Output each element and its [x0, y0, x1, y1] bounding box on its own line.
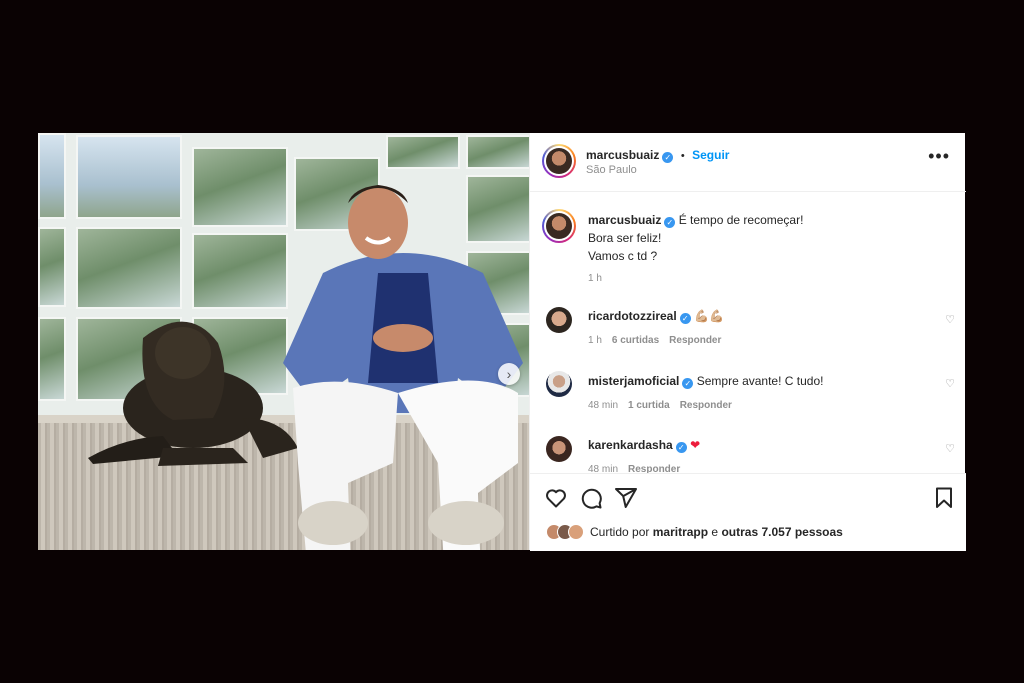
caption-time: 1 h [588, 273, 602, 284]
window-pane [38, 133, 66, 219]
man-figure [283, 185, 523, 550]
author-line: marcusbuaiz ✓ • Seguir [586, 146, 729, 164]
post-location[interactable]: São Paulo [586, 164, 637, 176]
more-options-icon[interactable]: ••• [928, 147, 950, 165]
comment-time: 48 min [588, 400, 619, 411]
window-pane [76, 227, 182, 309]
window-pane [38, 317, 66, 401]
likes-others[interactable]: outras 7.057 pessoas [721, 525, 842, 539]
window-pane [38, 227, 66, 307]
comment-username[interactable]: karenkardasha [588, 438, 673, 452]
comment-text: Sempre avante! C tudo! [696, 374, 824, 388]
comment-time: 1 h [588, 335, 602, 346]
author-username[interactable]: marcusbuaiz [586, 148, 659, 162]
follow-button[interactable]: Seguir [692, 148, 729, 162]
heart-icon[interactable] [544, 486, 568, 510]
verified-icon: ✓ [664, 217, 676, 228]
comment-item: karenkardasha ✓ ❤ 48 min Responder [588, 436, 700, 474]
liker-avatars [546, 524, 584, 540]
separator-dot: • [680, 150, 685, 162]
lion-statue [88, 321, 298, 466]
caption-line-2: Bora ser feliz! [588, 231, 662, 245]
reply-button[interactable]: Responder [669, 335, 721, 346]
comment-item: misterjamoficial ✓ Sempre avante! C tudo!… [588, 372, 823, 411]
author-avatar[interactable] [542, 144, 576, 178]
post-side-panel: marcusbuaiz ✓ • Seguir São Paulo ••• marc… [529, 133, 966, 551]
verified-icon: ✓ [662, 152, 674, 163]
window-pane [192, 233, 288, 309]
paper-plane-icon[interactable] [614, 486, 638, 510]
commenter-avatar[interactable] [546, 307, 572, 333]
comment-item: ricardotozzireal ✓ 💪🏼💪🏼 1 h 6 curtidas Resp… [588, 307, 724, 346]
likes-user[interactable]: maritrapp [653, 525, 708, 539]
comment-likes[interactable]: 6 curtidas [612, 335, 659, 346]
commenter-avatar[interactable] [546, 371, 572, 397]
verified-icon: ✓ [679, 313, 691, 324]
comment-username[interactable]: ricardotozzireal [588, 309, 677, 323]
heart-icon[interactable]: ♡ [945, 313, 955, 326]
caption-line-1: É tempo de recomeçar! [678, 213, 804, 227]
verified-icon: ✓ [675, 442, 687, 453]
caption-line-3: Vamos c td ? [588, 249, 658, 263]
bookmark-icon[interactable] [932, 486, 956, 510]
verified-icon: ✓ [682, 378, 694, 389]
chevron-right-icon[interactable]: › [498, 363, 520, 385]
likes-middle: e [711, 525, 719, 539]
avatar [568, 524, 584, 540]
caption: marcusbuaiz ✓ É tempo de recomeçar! Bora … [588, 211, 803, 284]
window-pane [192, 147, 288, 227]
commenter-avatar[interactable] [546, 436, 572, 462]
window-pane [76, 135, 182, 219]
heart-icon[interactable]: ♡ [945, 377, 955, 390]
post-header: marcusbuaiz ✓ • Seguir São Paulo ••• [530, 133, 966, 192]
comment-icon[interactable] [579, 486, 603, 510]
comment-username[interactable]: misterjamoficial [588, 374, 679, 388]
action-bar: Curtido por maritrapp e outras 7.057 pes… [530, 473, 966, 551]
post-photo[interactable]: › [38, 133, 529, 550]
caption-username[interactable]: marcusbuaiz [588, 213, 661, 227]
comment-text: ❤ [690, 438, 701, 452]
caption-avatar[interactable] [542, 209, 576, 243]
comment-text: 💪🏼💪🏼 [694, 309, 724, 323]
instagram-post: › marcusbuaiz ✓ • Seguir São Paulo ••• ma… [38, 133, 966, 551]
heart-icon[interactable]: ♡ [945, 442, 955, 455]
comment-likes[interactable]: 1 curtida [628, 400, 670, 411]
likes-prefix: Curtido por [590, 525, 650, 539]
reply-button[interactable]: Responder [680, 400, 732, 411]
likes-summary: Curtido por maritrapp e outras 7.057 pes… [546, 524, 843, 540]
